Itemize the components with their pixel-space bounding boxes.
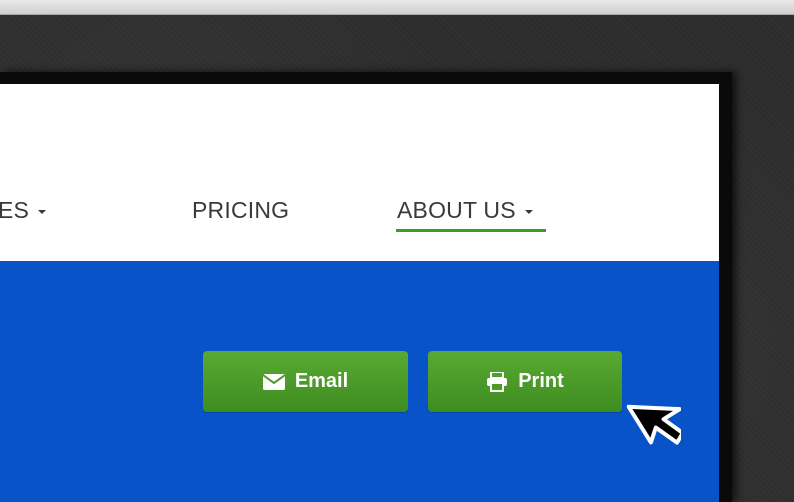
email-button-label: Email <box>294 370 349 392</box>
mouse-pointer-icon <box>626 404 681 445</box>
print-button-label: Print <box>518 370 564 392</box>
active-nav-underline <box>396 229 546 232</box>
top-edge-strip <box>0 0 794 15</box>
printer-icon <box>486 371 508 392</box>
hero-banner: Email Print <box>0 261 719 502</box>
caret-down-icon <box>38 209 47 214</box>
top-navigation-bar: ES PRICING ABOUT US <box>0 84 719 261</box>
nav-item-pricing[interactable]: PRICING <box>192 197 289 224</box>
nav-item-about-us[interactable]: ABOUT US <box>397 197 533 224</box>
nav-item-pricing-label: PRICING <box>192 197 290 223</box>
email-button[interactable]: Email <box>203 351 408 412</box>
print-button[interactable]: Print <box>428 351 622 412</box>
envelope-icon <box>262 373 285 390</box>
nav-item-services[interactable]: ES <box>0 197 47 224</box>
caret-down-icon <box>524 209 533 214</box>
nav-item-about-us-label: ABOUT US <box>397 197 516 223</box>
nav-item-services-label: ES <box>0 197 30 223</box>
